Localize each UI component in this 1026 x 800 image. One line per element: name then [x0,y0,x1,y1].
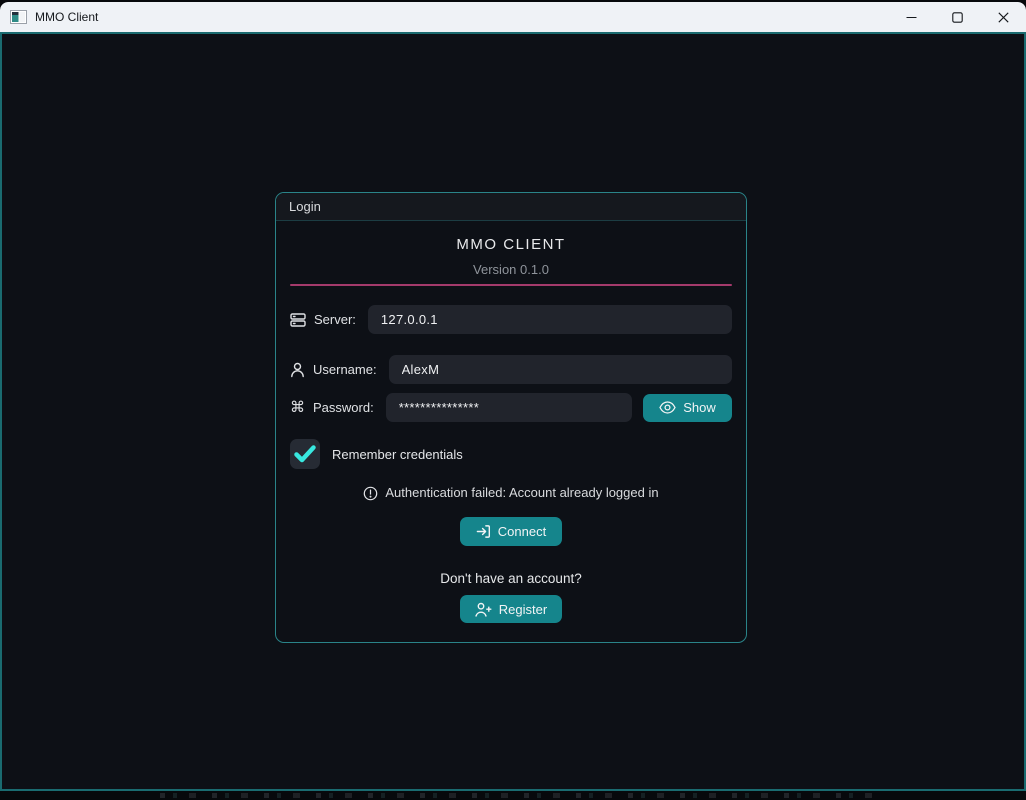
maximize-button[interactable] [934,2,980,32]
register-prompt: Don't have an account? [276,570,746,587]
connect-button[interactable]: Connect [460,517,562,546]
username-label-group: Username: [290,362,377,378]
minimize-button[interactable] [888,2,934,32]
alert-circle-icon [363,486,378,501]
minimize-icon [906,12,917,23]
user-plus-icon [475,602,492,617]
password-row: ⌘ Password: Show [290,393,732,422]
remember-checkbox[interactable] [290,439,320,469]
show-button-label: Show [683,400,716,415]
server-label: Server: [314,312,356,327]
login-panel-header: Login [276,193,746,221]
close-icon [998,12,1009,23]
password-label-group: ⌘ Password: [290,400,374,415]
server-icon [290,312,306,328]
version-label: Version 0.1.0 [276,262,746,278]
window-controls [888,2,1026,32]
close-button[interactable] [980,2,1026,32]
app-window: MMO Client Login [0,2,1026,791]
username-input[interactable] [389,355,732,384]
username-label: Username: [313,362,377,377]
server-row: Server: [290,305,732,334]
app-window-icon [10,10,27,24]
login-arrow-icon [476,524,491,539]
connect-button-label: Connect [498,524,546,539]
checkmark-icon [294,445,316,463]
maximize-icon [952,12,963,23]
user-icon [290,362,305,378]
remember-label: Remember credentials [332,447,463,462]
login-panel-title: Login [289,199,321,214]
login-panel: Login MMO CLIENT Version 0.1.0 [275,192,747,643]
command-icon: ⌘ [290,400,305,415]
window-content: Login MMO CLIENT Version 0.1.0 [0,32,1026,791]
error-message-row: Authentication failed: Account already l… [276,485,746,501]
register-button-label: Register [499,602,547,617]
error-message: Authentication failed: Account already l… [385,485,658,501]
server-input[interactable] [368,305,732,334]
app-title: MMO CLIENT [276,236,746,254]
titlebar: MMO Client [0,2,1026,32]
password-label: Password: [313,400,374,415]
desktop-background-noise [160,793,880,798]
server-label-group: Server: [290,312,356,328]
desktop-background [0,791,1026,800]
eye-icon [659,401,676,414]
show-password-button[interactable]: Show [643,394,732,422]
pink-divider [290,284,732,286]
username-row: Username: [290,355,732,384]
window-title: MMO Client [35,10,98,24]
register-button[interactable]: Register [460,595,562,623]
password-input[interactable] [386,393,632,422]
remember-row: Remember credentials [290,439,732,469]
